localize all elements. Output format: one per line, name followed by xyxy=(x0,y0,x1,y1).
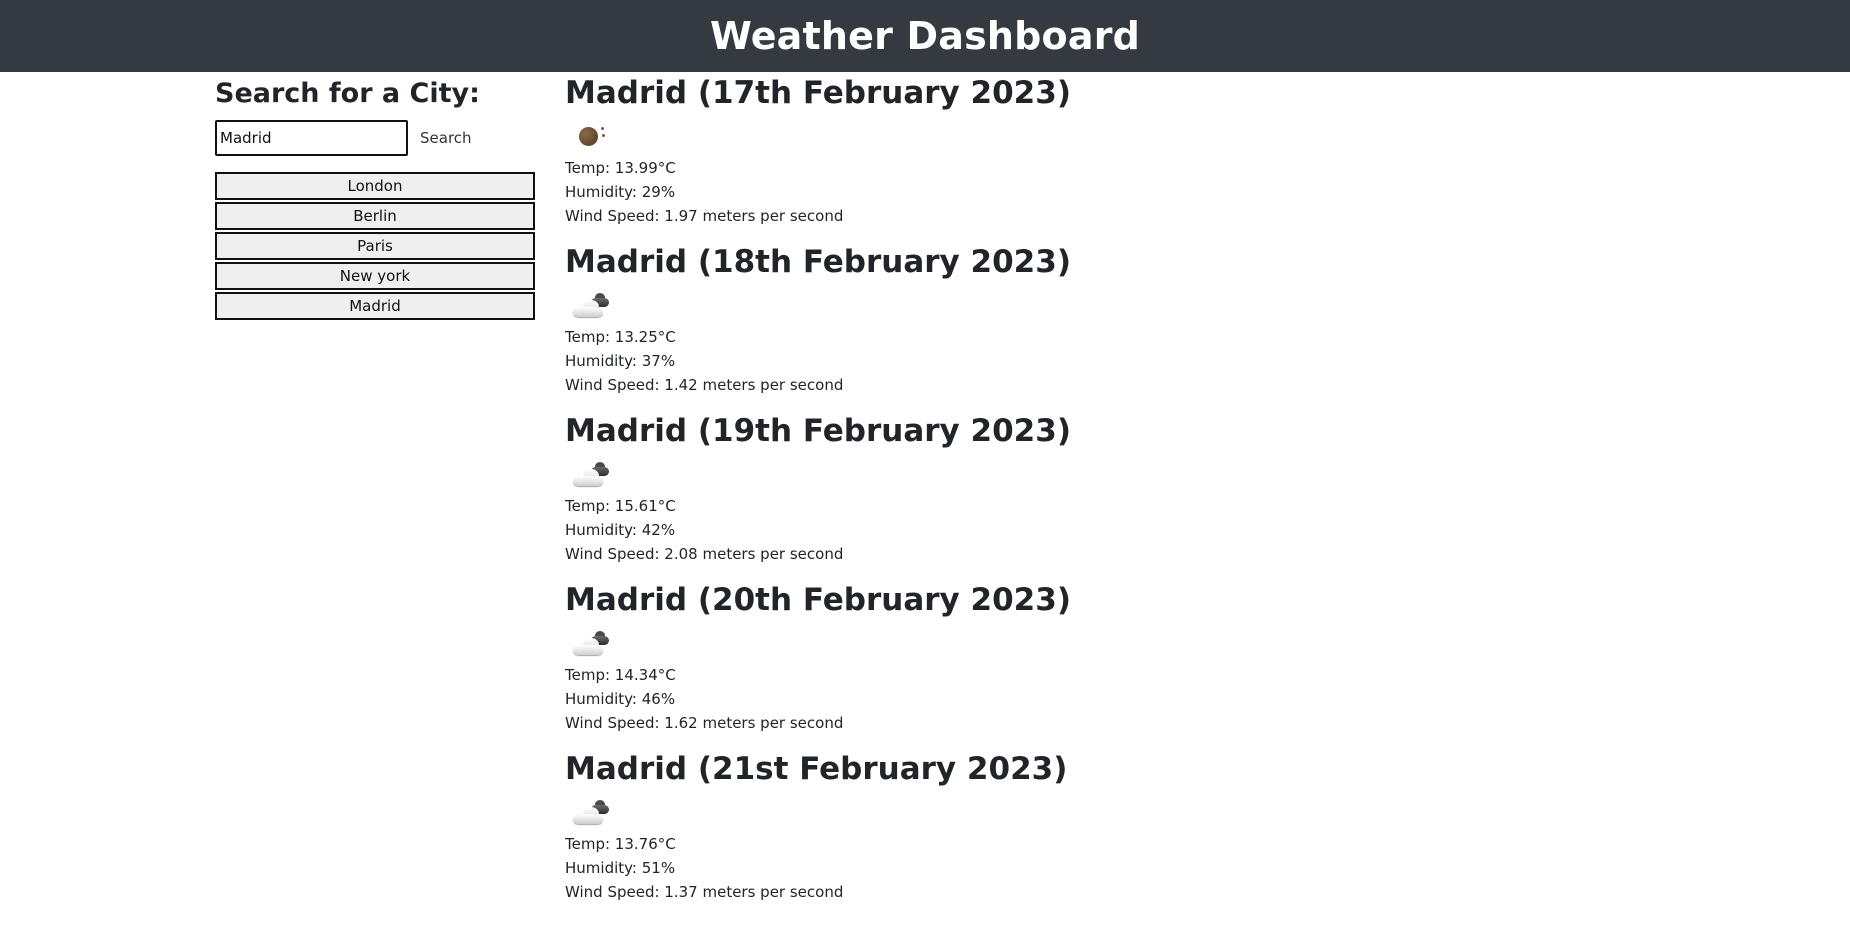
forecast-humidity: Humidity: 29% xyxy=(565,183,676,201)
search-button[interactable]: Search xyxy=(416,125,476,151)
search-row: Search xyxy=(215,120,535,156)
forecast-temp: Temp: 15.61°C xyxy=(565,497,676,515)
forecast-day-title: Madrid (20th February 2023) xyxy=(565,582,1071,618)
forecast-day-title: Madrid (18th February 2023) xyxy=(565,244,1071,280)
forecast-day: Madrid (17th February 2023) Temp: 13.99°… xyxy=(565,72,1365,241)
forecast-day-title: Madrid (21st February 2023) xyxy=(565,751,1068,787)
forecast-day-title: Madrid (19th February 2023) xyxy=(565,413,1071,449)
broken-clouds-icon xyxy=(565,283,625,325)
city-search-input[interactable] xyxy=(215,120,408,156)
forecast-humidity: Humidity: 37% xyxy=(565,352,676,370)
forecast-temp: Temp: 13.99°C xyxy=(565,159,676,177)
forecast-day: Madrid (20th February 2023) Temp: 14.34°… xyxy=(565,579,1365,748)
forecast-wind: Wind Speed: 1.62 meters per second xyxy=(565,714,844,732)
search-heading: Search for a City: xyxy=(215,78,480,109)
history-item-paris[interactable]: Paris xyxy=(215,232,535,260)
forecast-humidity: Humidity: 42% xyxy=(565,521,676,539)
broken-clouds-icon xyxy=(565,452,625,494)
forecast-day: Madrid (18th February 2023) Temp: 13.25°… xyxy=(565,241,1365,410)
forecast-humidity: Humidity: 51% xyxy=(565,859,676,877)
history-item-new-york[interactable]: New york xyxy=(215,262,535,290)
broken-clouds-icon xyxy=(565,790,625,832)
sidebar: Search for a City: Search London Berlin … xyxy=(215,76,535,322)
history-item-madrid[interactable]: Madrid xyxy=(215,292,535,320)
broken-clouds-icon xyxy=(565,621,625,663)
history-item-berlin[interactable]: Berlin xyxy=(215,202,535,230)
search-history-list: London Berlin Paris New york Madrid xyxy=(215,172,535,322)
forecast-day: Madrid (21st February 2023) Temp: 13.76°… xyxy=(565,748,1365,917)
forecast-humidity: Humidity: 46% xyxy=(565,690,676,708)
forecast-wind: Wind Speed: 1.37 meters per second xyxy=(565,883,844,901)
forecast-temp: Temp: 13.25°C xyxy=(565,328,676,346)
forecast-wind: Wind Speed: 1.42 meters per second xyxy=(565,376,844,394)
forecast-list: Madrid (17th February 2023) Temp: 13.99°… xyxy=(565,72,1365,917)
forecast-temp: Temp: 13.76°C xyxy=(565,835,676,853)
forecast-day: Madrid (19th February 2023) Temp: 15.61°… xyxy=(565,410,1365,579)
page-title: Weather Dashboard xyxy=(709,14,1141,58)
history-item-london[interactable]: London xyxy=(215,172,535,200)
forecast-wind: Wind Speed: 2.08 meters per second xyxy=(565,545,844,563)
forecast-wind: Wind Speed: 1.97 meters per second xyxy=(565,207,844,225)
forecast-day-title: Madrid (17th February 2023) xyxy=(565,75,1071,111)
clear-sky-icon xyxy=(565,114,625,156)
header-bar: Weather Dashboard xyxy=(0,0,1850,72)
forecast-temp: Temp: 14.34°C xyxy=(565,666,676,684)
